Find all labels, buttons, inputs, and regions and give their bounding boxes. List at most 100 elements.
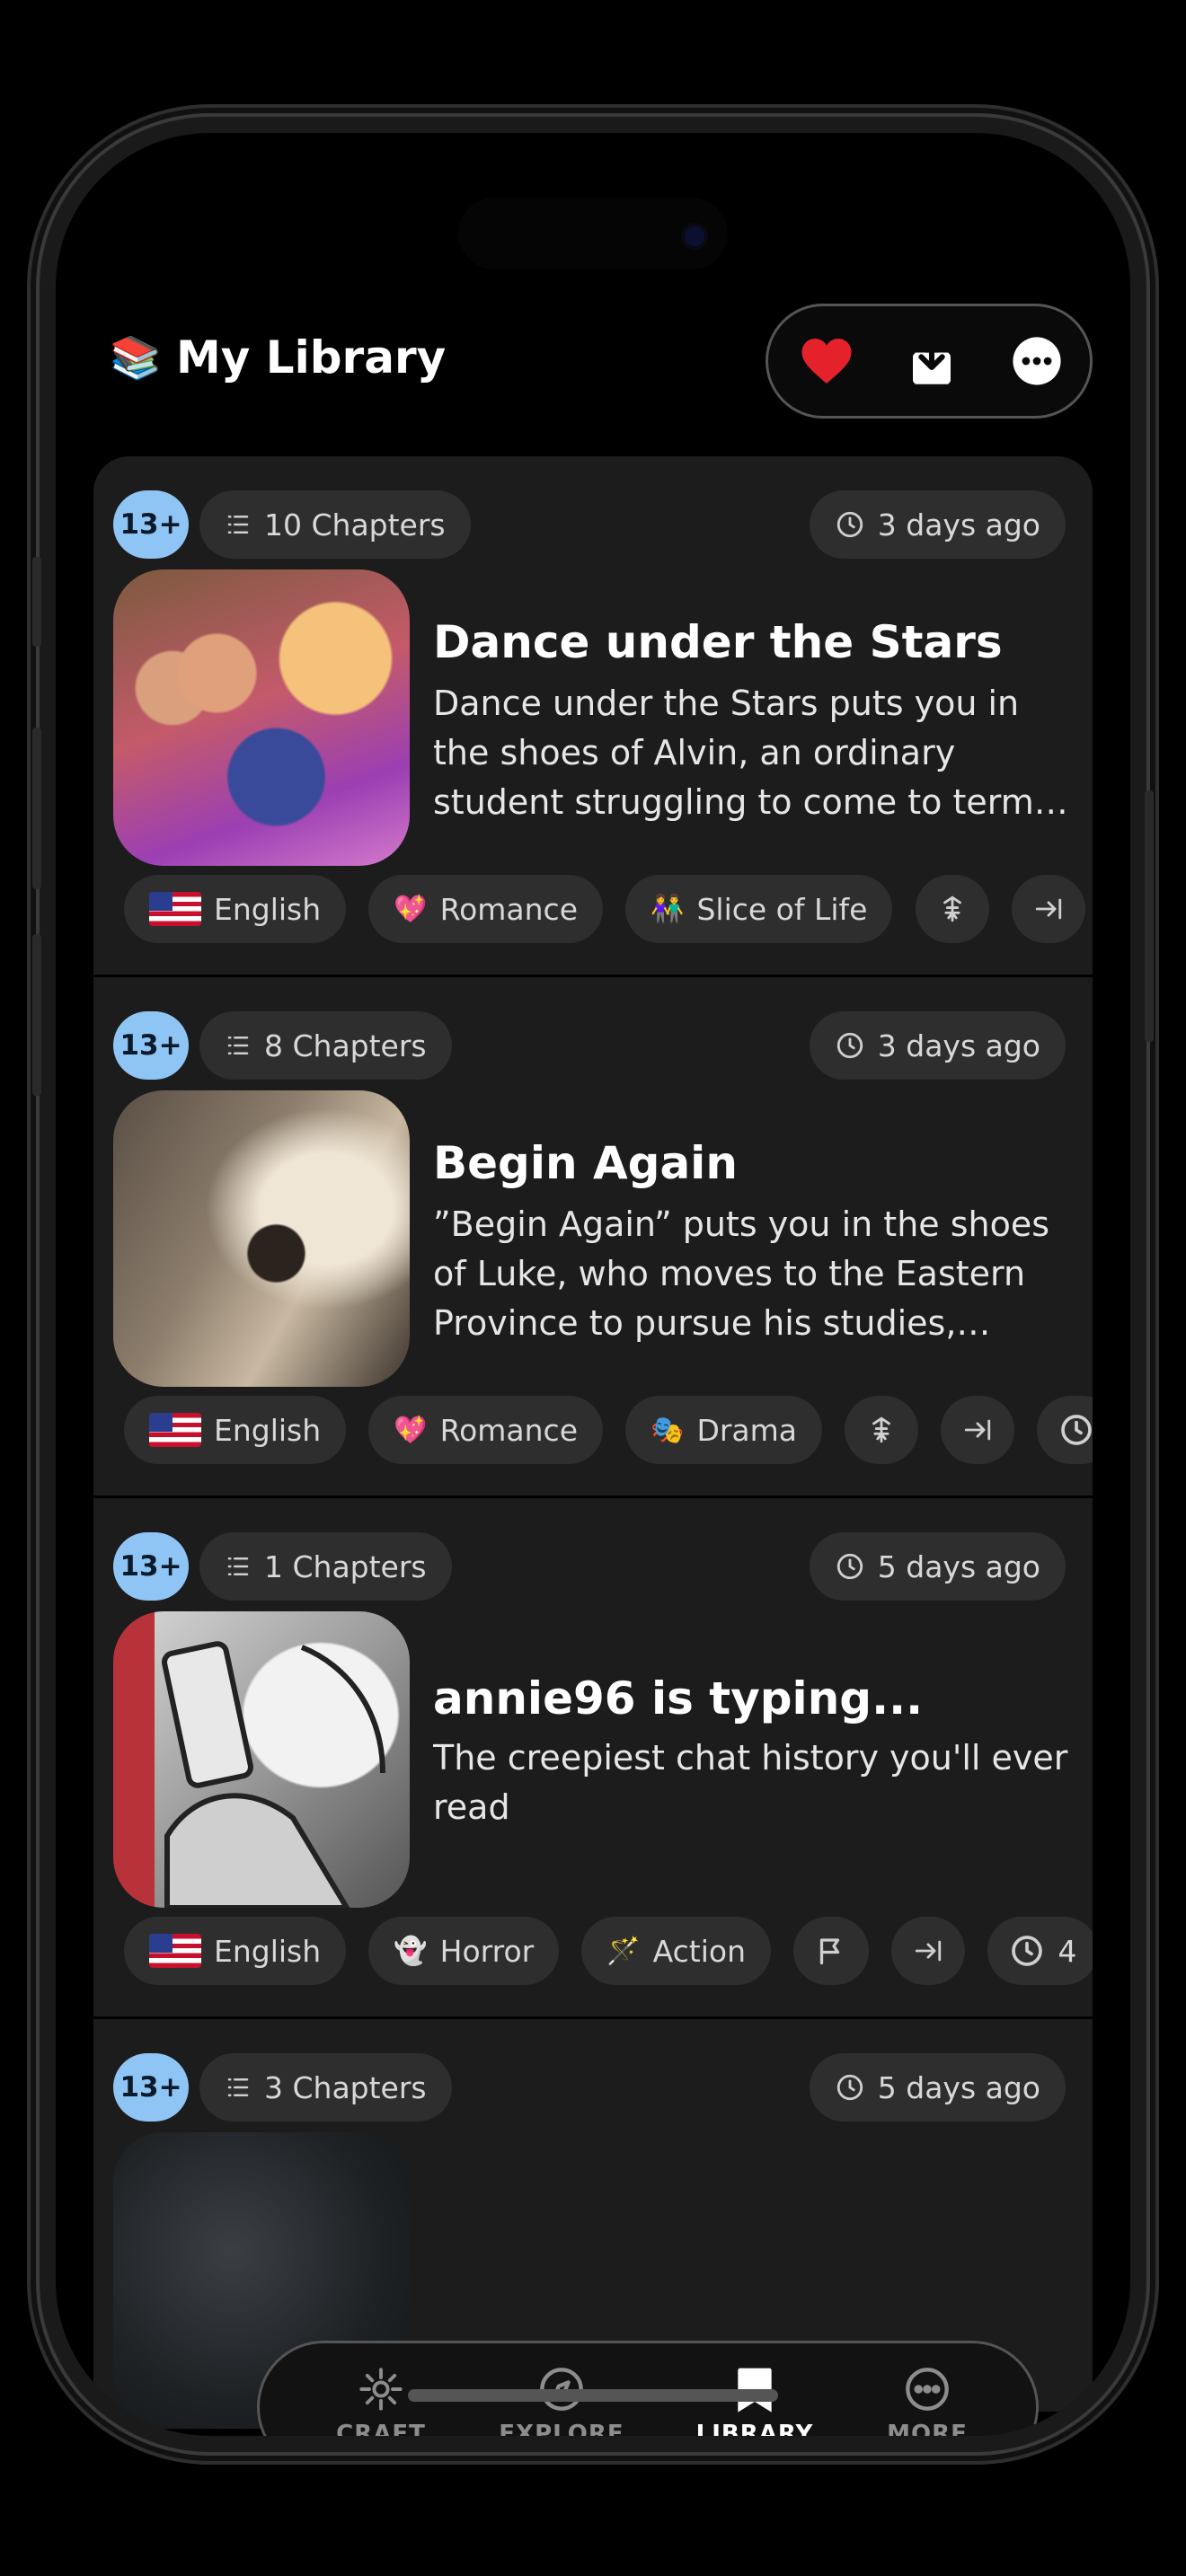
volume-up-button — [32, 728, 41, 889]
language-tag[interactable]: English — [124, 875, 347, 943]
updated-time: 5 days ago — [877, 2069, 1040, 2105]
duration-tag[interactable] — [1037, 1396, 1093, 1464]
more-icon — [906, 2368, 949, 2411]
chapters-count: 8 Chapters — [264, 1028, 427, 1063]
ghost-icon: 👻 — [394, 1935, 428, 1967]
story-title: Dance under the Stars — [433, 616, 1003, 668]
ending-tag[interactable] — [941, 1396, 1015, 1464]
tag-label: Horror — [439, 1933, 535, 1969]
story-title: Begin Again — [433, 1137, 738, 1189]
story-list: 13+ 10 Chapters 3 days ago Dance under t… — [93, 456, 1093, 2429]
clock-icon — [836, 2074, 863, 2101]
list-icon — [227, 1557, 249, 1575]
duration-value: 4 — [1058, 1933, 1077, 1969]
heart-icon — [801, 339, 852, 384]
chapters-count: 3 Chapters — [264, 2069, 427, 2105]
flag-tag[interactable] — [793, 1917, 870, 1985]
page-title: My Library — [176, 331, 447, 384]
ending-tag[interactable] — [1011, 875, 1085, 943]
tag-label: Romance — [439, 891, 578, 927]
couple-icon: 👫 — [651, 893, 685, 925]
more-icon — [1013, 337, 1061, 385]
chapters-count: 10 Chapters — [264, 507, 446, 543]
chapters-chip: 8 Chapters — [199, 1011, 452, 1080]
genre-tag[interactable]: 💖 Romance — [368, 875, 603, 943]
duration-tag[interactable]: 4 — [987, 1917, 1093, 1985]
story-description: Dance under the Stars puts you in the sh… — [433, 684, 1052, 822]
action-button — [32, 557, 41, 647]
tag-label: English — [214, 1933, 322, 1969]
tag-label: English — [214, 1412, 322, 1448]
chapters-chip: 10 Chapters — [199, 490, 471, 559]
updated-chip: 5 days ago — [809, 1532, 1066, 1601]
chapters-count: 1 Chapters — [264, 1548, 427, 1584]
perspective-tag[interactable] — [915, 875, 989, 943]
tag-label: English — [214, 891, 322, 927]
tag-row: English 💖 Romance 🎭 Drama — [124, 1396, 1093, 1464]
power-button — [1145, 790, 1154, 1042]
story-description: ”Begin Again” puts you in the shoes of L… — [433, 1204, 1050, 1343]
tab-label: MORE — [887, 2421, 968, 2436]
heart-icon: 💖 — [394, 1414, 428, 1446]
arrow-to-end-icon — [916, 1940, 942, 1962]
us-flag-icon — [149, 892, 201, 926]
home-indicator[interactable] — [408, 2389, 778, 2402]
story-cover — [113, 1611, 410, 1908]
age-rating-badge: 13+ — [113, 2053, 189, 2122]
chapters-chip: 3 Chapters — [199, 2053, 452, 2122]
story-card[interactable]: 13+ 1 Chapters 5 days ago annie96 is typ… — [93, 1498, 1093, 2019]
header: 📚 My Library — [56, 304, 1130, 420]
tab-label: CRAFT — [336, 2421, 426, 2436]
updated-chip: 3 days ago — [809, 1011, 1066, 1080]
tag-label: Action — [652, 1933, 747, 1969]
story-card[interactable]: 13+ 8 Chapters 3 days ago Begin Again ”B… — [93, 977, 1093, 1498]
arrow-to-end-icon — [965, 1419, 991, 1441]
genre-tag[interactable]: 👫 Slice of Life — [625, 875, 893, 943]
perspective-icon — [872, 1416, 891, 1443]
updated-time: 3 days ago — [877, 507, 1040, 543]
story-description: The creepiest chat history you'll ever r… — [433, 1738, 1068, 1827]
phone-illustration — [162, 1641, 385, 1908]
download-button[interactable] — [900, 330, 963, 393]
tag-row: English 👻 Horror 🪄 Action 4 — [124, 1917, 1093, 1985]
tab-bar: CRAFT EXPLORE LIBRARY MORE — [257, 2341, 1039, 2436]
list-icon — [227, 2078, 249, 2096]
language-tag[interactable]: English — [124, 1917, 347, 1985]
clock-icon — [1012, 1936, 1043, 1966]
story-cover — [113, 569, 410, 866]
language-tag[interactable]: English — [124, 1396, 347, 1464]
updated-time: 3 days ago — [877, 1028, 1040, 1063]
more-button[interactable] — [1005, 330, 1068, 393]
updated-chip: 3 days ago — [809, 490, 1066, 559]
wand-icon: 🪄 — [606, 1935, 641, 1967]
perspective-tag[interactable] — [845, 1396, 919, 1464]
story-title: annie96 is typing... — [433, 1672, 924, 1725]
clock-icon — [836, 511, 863, 538]
masks-icon: 🎭 — [651, 1414, 685, 1446]
genre-tag[interactable]: 💖 Romance — [368, 1396, 603, 1464]
genre-tag[interactable]: 🎭 Drama — [625, 1396, 823, 1464]
favorite-button[interactable] — [795, 330, 858, 393]
sparkle-icon — [359, 2368, 403, 2411]
age-rating-badge: 13+ — [113, 490, 189, 559]
flag-icon — [819, 1938, 840, 1965]
tab-label: EXPLORE — [499, 2421, 624, 2436]
ending-tag[interactable] — [891, 1917, 966, 1985]
screen: 📚 My Library 13+ 10 Chapters 3 days ago … — [56, 133, 1130, 2436]
camera — [685, 226, 704, 246]
tag-row: English 💖 Romance 👫 Slice of Life — [124, 875, 1093, 943]
tab-more[interactable]: MORE — [851, 2361, 1004, 2436]
us-flag-icon — [149, 1934, 201, 1968]
heart-icon: 💖 — [394, 893, 428, 925]
genre-tag[interactable]: 🪄 Action — [581, 1917, 772, 1985]
genre-tag[interactable]: 👻 Horror — [368, 1917, 560, 1985]
list-icon — [227, 516, 249, 534]
updated-chip: 5 days ago — [809, 2053, 1066, 2122]
story-card[interactable]: 13+ 10 Chapters 3 days ago Dance under t… — [93, 456, 1093, 977]
header-actions — [766, 304, 1093, 419]
story-cover — [113, 1090, 410, 1387]
age-rating-badge: 13+ — [113, 1011, 189, 1080]
age-rating-badge: 13+ — [113, 1532, 189, 1601]
tab-label: LIBRARY — [695, 2421, 814, 2436]
chapters-chip: 1 Chapters — [199, 1532, 452, 1601]
